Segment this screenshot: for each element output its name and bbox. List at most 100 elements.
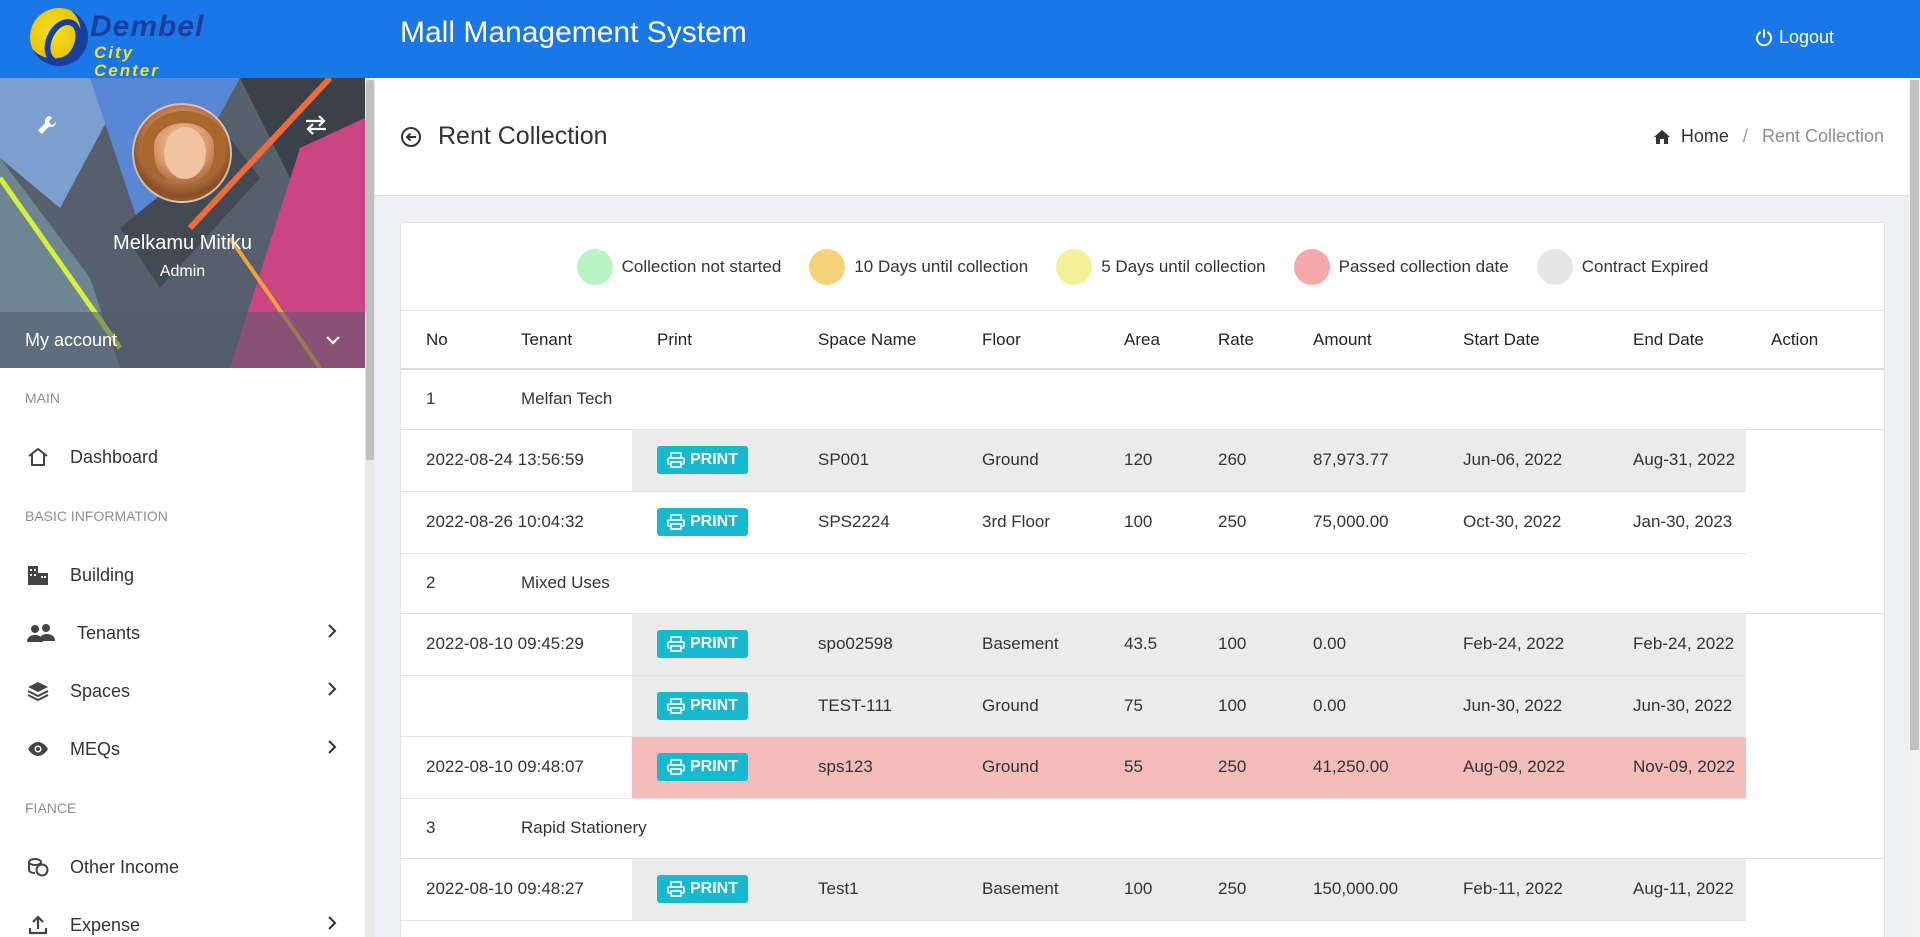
print-label: PRINT xyxy=(690,451,738,468)
area: 100 xyxy=(1099,491,1193,554)
breadcrumb-separator: / xyxy=(1742,126,1748,146)
legend-label: Collection not started xyxy=(621,256,782,276)
rate: 250 xyxy=(1193,858,1288,921)
amount: 87,973.77 xyxy=(1288,429,1438,492)
sidebar-item-meqs[interactable]: MEQs xyxy=(0,720,365,778)
power-icon xyxy=(1756,28,1772,46)
column-header-print[interactable]: Print xyxy=(632,311,793,370)
sidebar-item-other-income[interactable]: Other Income xyxy=(0,838,365,896)
payment-date: 2022-08-24 13:56:59 xyxy=(401,429,632,492)
column-header-floor[interactable]: Floor xyxy=(957,311,1099,370)
layers-icon xyxy=(25,680,50,702)
printer-icon xyxy=(667,759,685,775)
print-button[interactable]: PRINT xyxy=(657,875,748,903)
column-header-start-date[interactable]: Start Date xyxy=(1438,311,1608,370)
legend-dot xyxy=(576,248,613,285)
legend-item: 5 Days until collection xyxy=(1056,248,1266,285)
sidebar-item-building[interactable]: Building xyxy=(0,546,365,604)
legend-item: Passed collection date xyxy=(1293,248,1509,285)
column-header-amount[interactable]: Amount xyxy=(1288,311,1438,370)
sidebar-scrollbar-thumb[interactable] xyxy=(366,80,374,460)
payment-row: PRINT TEST-111 Ground 75 100 0.00 Jun-30… xyxy=(401,675,1884,737)
tenant-no: 2 xyxy=(401,553,496,614)
print-button[interactable]: PRINT xyxy=(657,508,748,536)
column-header-action[interactable]: Action xyxy=(1746,311,1884,370)
payment-row: 2022-08-24 13:56:59 PRINT SP001 Ground 1… xyxy=(401,429,1884,492)
action-cell xyxy=(1746,429,1884,491)
print-label: PRINT xyxy=(690,696,738,714)
rate: 100 xyxy=(1193,613,1288,676)
payment-row: 2022-08-10 09:45:29 PRINT spo02598 Basem… xyxy=(401,613,1884,676)
sidebar-item-label: Dashboard xyxy=(70,446,159,467)
legend-item: Collection not started xyxy=(576,248,782,285)
sidebar-item-label: Building xyxy=(70,564,135,585)
start-date: Oct-30, 2022 xyxy=(1438,491,1608,554)
floor: Basement xyxy=(957,858,1099,921)
printer-icon xyxy=(667,514,685,530)
rate: 250 xyxy=(1193,491,1288,554)
breadcrumb-home-link[interactable]: Home xyxy=(1653,126,1729,147)
printer-icon xyxy=(667,452,685,468)
space-name: SP001 xyxy=(793,429,957,492)
legend-label: 10 Days until collection xyxy=(854,256,1029,276)
building-icon xyxy=(25,564,50,586)
logout-button[interactable]: Logout xyxy=(1755,27,1834,48)
print-cell: PRINT xyxy=(632,858,793,921)
print-button[interactable]: PRINT xyxy=(657,630,748,658)
amount: 41,250.00 xyxy=(1288,736,1438,799)
sidebar-item-expense[interactable]: Expense xyxy=(0,896,365,937)
print-button[interactable]: PRINT xyxy=(657,691,748,720)
coins-icon xyxy=(25,856,50,878)
dembel-logo[interactable]: Dembel City Center xyxy=(30,6,205,80)
status-legend: Collection not started 10 Days until col… xyxy=(401,223,1884,311)
tenant-name: T xyxy=(496,920,1884,937)
menu-section-finance: FIANCE xyxy=(25,800,77,816)
floor: Ground xyxy=(957,429,1099,492)
legend-label: 5 Days until collection xyxy=(1101,256,1266,276)
legend-item: Contract Expired xyxy=(1536,248,1709,285)
printer-icon xyxy=(667,881,685,897)
back-arrow-icon[interactable] xyxy=(400,126,422,153)
legend-dot xyxy=(1293,248,1330,285)
action-cell xyxy=(1746,675,1884,736)
sidebar-item-tenants[interactable]: Tenants xyxy=(0,604,365,662)
user-role: Admin xyxy=(159,263,206,280)
column-header-rate[interactable]: Rate xyxy=(1193,311,1288,370)
end-date: Aug-31, 2022 xyxy=(1608,429,1746,492)
action-cell xyxy=(1746,613,1884,675)
my-account-toggle[interactable]: My account xyxy=(0,312,365,368)
area: 43.5 xyxy=(1099,613,1193,676)
print-cell: PRINT xyxy=(632,613,793,676)
my-account-label: My account xyxy=(25,329,118,350)
legend-label: Contract Expired xyxy=(1581,256,1709,276)
column-header-no[interactable]: No xyxy=(401,311,496,370)
area: 75 xyxy=(1099,675,1193,737)
floor: Ground xyxy=(957,675,1099,737)
column-header-end-date[interactable]: End Date xyxy=(1608,311,1746,370)
menu-section-basic: BASIC INFORMATION xyxy=(25,508,168,524)
sidebar-item-spaces[interactable]: Spaces xyxy=(0,662,365,720)
area: 55 xyxy=(1099,736,1193,799)
column-header-space-name[interactable]: Space Name xyxy=(793,311,957,370)
print-button[interactable]: PRINT xyxy=(657,446,748,474)
floor: 3rd Floor xyxy=(957,491,1099,554)
wrench-icon[interactable] xyxy=(36,114,58,141)
column-header-tenant[interactable]: Tenant xyxy=(496,311,632,370)
sidebar-item-dashboard[interactable]: Dashboard xyxy=(0,428,365,486)
home-icon xyxy=(25,446,50,468)
chevron-right-icon xyxy=(328,740,337,754)
swap-icon[interactable] xyxy=(304,114,328,141)
amount: 0.00 xyxy=(1288,613,1438,676)
table-header-row: No Tenant Print Space Name Floor Area Ra… xyxy=(401,311,1884,370)
main-scrollbar-thumb[interactable] xyxy=(1910,80,1919,750)
start-date: Aug-09, 2022 xyxy=(1438,736,1608,799)
print-button[interactable]: PRINT xyxy=(657,753,748,781)
legend-dot xyxy=(809,248,846,285)
print-cell: PRINT xyxy=(632,491,793,554)
sidebar-item-label: Expense xyxy=(70,914,141,935)
payment-row: 2022-08-10 09:48:07 PRINT sps123 Ground … xyxy=(401,736,1884,799)
action-cell xyxy=(1746,736,1884,798)
tenant-no: 3 xyxy=(401,798,496,859)
column-header-area[interactable]: Area xyxy=(1099,311,1193,370)
end-date: Aug-11, 2022 xyxy=(1608,858,1746,921)
